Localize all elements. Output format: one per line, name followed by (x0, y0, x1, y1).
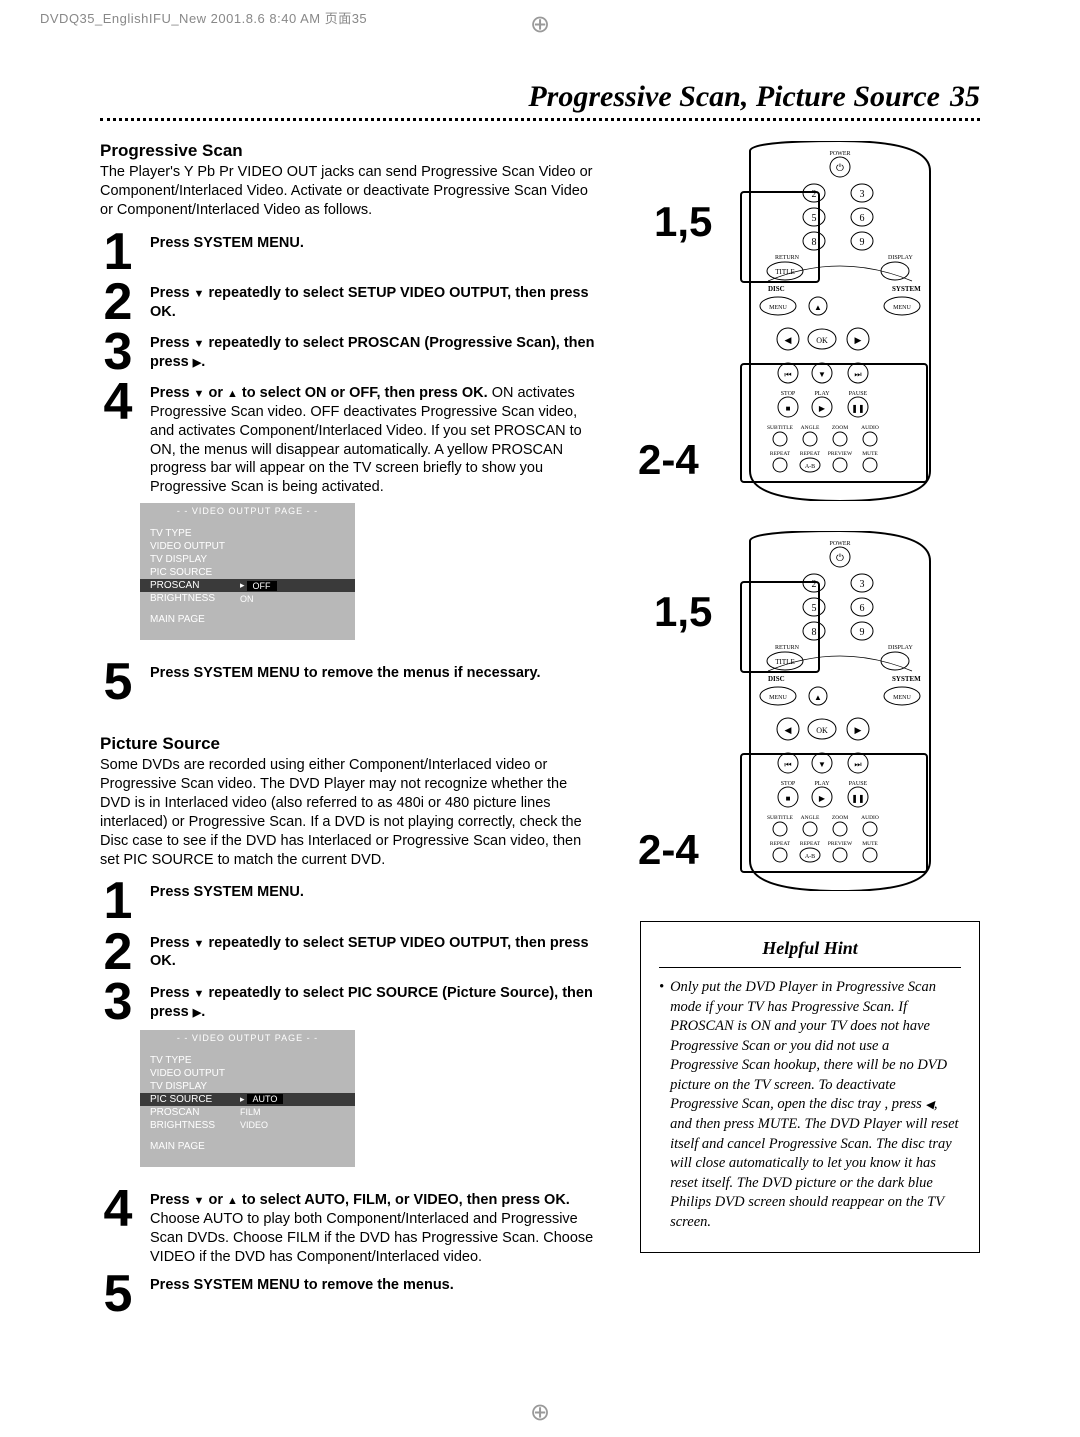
page-number: 35 (950, 80, 980, 114)
svg-text:3: 3 (860, 579, 865, 590)
svg-text:3: 3 (860, 189, 865, 200)
step-1: 1 Press SYSTEM MENU. (100, 230, 600, 274)
svg-text:⏻: ⏻ (836, 163, 844, 174)
step-2-3: 3 Press repeatedly to select PIC SOURCE … (100, 980, 600, 1024)
svg-text:MENU: MENU (893, 305, 911, 311)
svg-text:◀: ◀ (785, 335, 792, 345)
svg-text:OK: OK (816, 336, 828, 345)
svg-text:POWER: POWER (830, 151, 851, 157)
callout-box-1-5 (740, 191, 820, 283)
remote-illustration-1: POWER ⏻ 2 3 5 6 8 9 RETURN DISPLAY TITLE (640, 141, 940, 501)
page-content: Progressive Scan, Picture Source 35 Prog… (100, 80, 980, 1323)
svg-text:DISC: DISC (768, 285, 785, 293)
svg-text:DISPLAY: DISPLAY (888, 645, 913, 651)
up-arrow-icon (227, 1192, 238, 1208)
svg-text:⏻: ⏻ (836, 553, 844, 564)
svg-text:9: 9 (860, 627, 865, 638)
step-2: 2 Press repeatedly to select SETUP VIDEO… (100, 280, 600, 324)
step-2-5: 5 Press SYSTEM MENU to remove the menus. (100, 1272, 600, 1316)
svg-text:▲: ▲ (814, 303, 822, 312)
helpful-hint-box: Helpful Hint Only put the DVD Player in … (640, 921, 980, 1253)
left-arrow-icon (925, 1096, 933, 1112)
helpful-hint-body: Only put the DVD Player in Progressive S… (659, 978, 961, 1232)
down-arrow-icon (194, 285, 205, 301)
down-arrow-icon (194, 335, 205, 351)
svg-text:▶: ▶ (855, 725, 862, 735)
step-2-1: 1 Press SYSTEM MENU. (100, 879, 600, 923)
right-arrow-icon (193, 1004, 201, 1020)
callout-2-4: 2-4 (638, 829, 699, 871)
intro-progressive-scan: The Player's Y Pb Pr VIDEO OUT jacks can… (100, 163, 600, 220)
heading-progressive-scan: Progressive Scan (100, 141, 600, 161)
svg-text:DISC: DISC (768, 675, 785, 683)
intro-picture-source: Some DVDs are recorded using either Comp… (100, 756, 600, 869)
step-2-2: 2 Press repeatedly to select SETUP VIDEO… (100, 930, 600, 974)
callout-box-1-5 (740, 581, 820, 673)
callout-box-2-4 (740, 753, 928, 873)
callout-2-4: 2-4 (638, 439, 699, 481)
callout-1-5: 1,5 (654, 591, 712, 633)
svg-text:6: 6 (860, 603, 865, 614)
helpful-hint-title: Helpful Hint (659, 938, 961, 968)
step-2-4: 4 Press or to select AUTO, FILM, or VIDE… (100, 1187, 600, 1266)
svg-text:DISPLAY: DISPLAY (888, 255, 913, 261)
video-output-menu-2: - - VIDEO OUTPUT PAGE - - TV TYPE VIDEO … (140, 1030, 355, 1167)
down-arrow-icon (194, 985, 205, 1001)
print-header: DVDQ35_EnglishIFU_New 2001.8.6 8:40 AM 页… (40, 8, 367, 27)
down-arrow-icon (194, 935, 205, 951)
video-output-menu-1: - - VIDEO OUTPUT PAGE - - TV TYPE VIDEO … (140, 503, 355, 640)
svg-text:▶: ▶ (855, 335, 862, 345)
crop-mark-top: ⊕ (530, 10, 550, 39)
svg-text:SYSTEM: SYSTEM (892, 285, 921, 293)
svg-text:OK: OK (816, 726, 828, 735)
heading-picture-source: Picture Source (100, 734, 600, 754)
svg-text:◀: ◀ (785, 725, 792, 735)
svg-text:▲: ▲ (814, 693, 822, 702)
up-arrow-icon (227, 385, 238, 401)
callout-1-5: 1,5 (654, 201, 712, 243)
down-arrow-icon (194, 1192, 205, 1208)
dotted-rule (100, 118, 980, 121)
svg-text:6: 6 (860, 213, 865, 224)
page-title: Progressive Scan, Picture Source (528, 80, 940, 114)
step-4: 4 Press or to select ON or OFF, then pre… (100, 380, 600, 497)
svg-text:MENU: MENU (769, 305, 787, 311)
right-arrow-icon (193, 354, 201, 370)
step-5: 5 Press SYSTEM MENU to remove the menus … (100, 660, 600, 704)
remote-illustration-2: POWER ⏻ 2 3 5 6 8 9 RETURN DISPLAY TITLE… (640, 531, 940, 891)
step-3: 3 Press repeatedly to select PROSCAN (Pr… (100, 330, 600, 374)
svg-text:MENU: MENU (769, 695, 787, 701)
callout-box-2-4 (740, 363, 928, 483)
svg-text:MENU: MENU (893, 695, 911, 701)
crop-mark-bottom: ⊕ (530, 1398, 550, 1427)
svg-text:9: 9 (860, 237, 865, 248)
svg-text:POWER: POWER (830, 541, 851, 547)
svg-text:SYSTEM: SYSTEM (892, 675, 921, 683)
down-arrow-icon (194, 385, 205, 401)
